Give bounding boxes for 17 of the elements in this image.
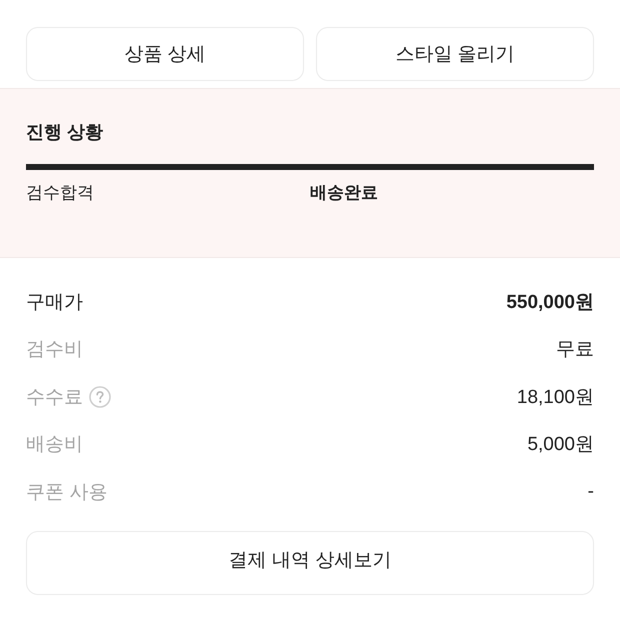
outline-button[interactable]: 스타일 올리기 [316,27,594,81]
step-label: 검수합격 [26,182,94,204]
price-label: 검수비 [26,338,83,362]
price-label: 배송비 [26,433,83,458]
price-value: - [588,480,594,503]
price-value: 550,000원 [506,290,594,315]
outline-button[interactable]: 상품 상세 [26,27,304,81]
section-title: 진행 상황 [26,121,104,144]
price-label: 구매가 [26,290,83,315]
price-value: 무료 [556,338,594,362]
price-label: 수수료 [26,386,83,410]
price-label: 쿠폰 사용 [26,480,108,505]
step-label: 배송완료 [310,182,378,204]
help-icon[interactable] [89,386,111,408]
price-value: 18,100원 [516,386,594,410]
price-value: 5,000원 [527,433,594,458]
payment-details-button[interactable]: 결제 내역 상세보기 [26,530,594,594]
